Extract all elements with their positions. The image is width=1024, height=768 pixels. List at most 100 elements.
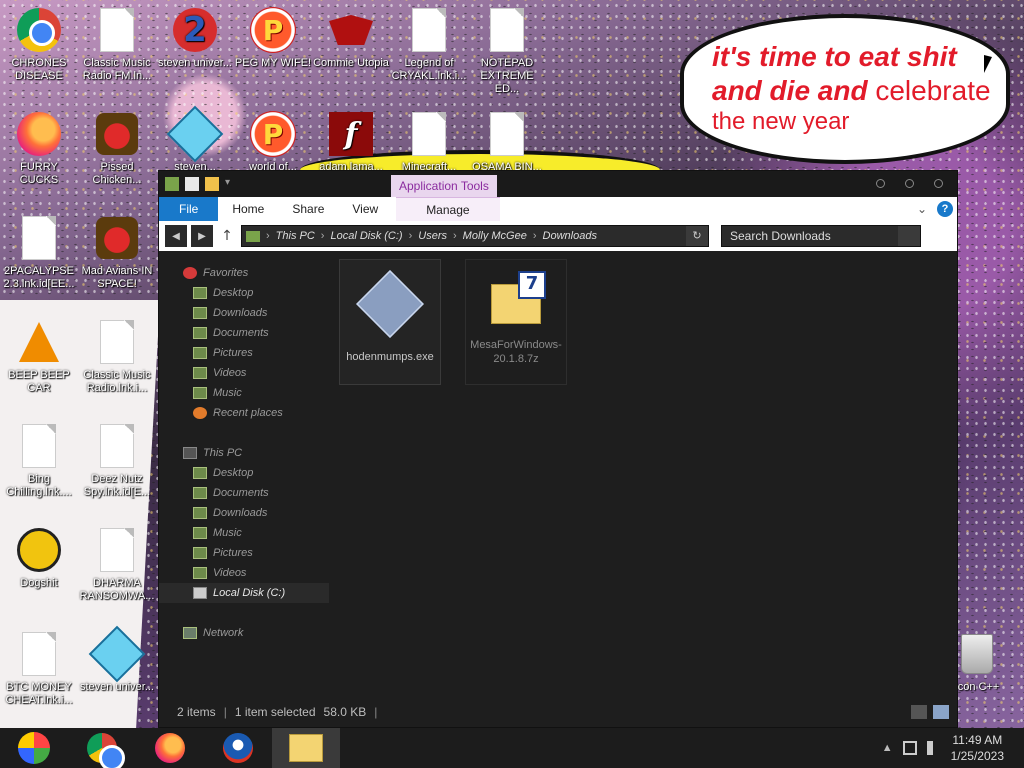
- recycle-bin-icon: [961, 634, 993, 674]
- nav-label: Network: [203, 627, 244, 639]
- tab-share[interactable]: Share: [278, 197, 338, 221]
- nav-network[interactable]: Network: [159, 623, 329, 643]
- downloads-icon: [193, 307, 207, 319]
- document-icon: [100, 8, 134, 52]
- nav-fav-recent[interactable]: Recent places: [159, 403, 329, 423]
- tab-home[interactable]: Home: [218, 197, 278, 221]
- desktop-icon-bing[interactable]: Bing Chilling.lnk....: [0, 422, 78, 499]
- nav-fav-pictures[interactable]: Pictures: [159, 343, 329, 363]
- volume-icon[interactable]: [926, 741, 941, 755]
- start-icon: [18, 732, 50, 764]
- desktop-icon-legend[interactable]: Legend of CRYAKL.lnk.i...: [390, 6, 468, 83]
- desktop-icon-steven-1[interactable]: 2 steven univer...: [156, 6, 234, 70]
- desktop-icon-classic-music[interactable]: Classic Music Radio FM.ln...: [78, 6, 156, 83]
- minimize-button[interactable]: [876, 179, 885, 188]
- navigation-pane: Favorites Desktop Downloads Documents Pi…: [159, 253, 329, 697]
- address-bar[interactable]: › This PC › Local Disk (C:) › Users › Mo…: [241, 225, 709, 247]
- speech-line-2-bold: and die and: [712, 75, 868, 106]
- desktop-icon-adam[interactable]: f adam.lama...: [312, 110, 390, 174]
- folder-icon: [289, 734, 323, 762]
- title-bar[interactable]: ▾ Application Tools: [159, 171, 957, 197]
- document-icon: [490, 8, 524, 52]
- clock[interactable]: 11:49 AM 1/25/2023: [951, 732, 1004, 764]
- network-icon[interactable]: [902, 741, 917, 755]
- breadcrumb-users[interactable]: Users: [418, 230, 447, 242]
- chrome-icon: [17, 8, 61, 52]
- show-hidden-icons-icon[interactable]: ▲: [882, 742, 893, 754]
- maximize-button[interactable]: [905, 179, 914, 188]
- breadcrumb-local-disk[interactable]: Local Disk (C:): [330, 230, 402, 242]
- taskbar-file-explorer[interactable]: [272, 728, 340, 768]
- large-icons-view-icon[interactable]: [933, 705, 949, 719]
- nav-fav-desktop[interactable]: Desktop: [159, 283, 329, 303]
- desktop-icon-pissed-chicken[interactable]: Pissed Chicken...: [78, 110, 156, 187]
- desktop-icon-beep-beep[interactable]: BEEP BEEP CAR: [0, 318, 78, 395]
- nav-pc-downloads[interactable]: Downloads: [159, 503, 329, 523]
- desktop-icon-commie[interactable]: Commie Utopia: [312, 6, 390, 70]
- desktop-icon: [193, 467, 207, 479]
- desktop-icon-steven-3[interactable]: steven univer...: [78, 625, 156, 694]
- expand-ribbon-icon[interactable]: ⌄: [917, 202, 927, 216]
- nav-fav-videos[interactable]: Videos: [159, 363, 329, 383]
- file-item-mesa[interactable]: MesaForWindows-20.1.8.7z: [465, 259, 567, 385]
- nav-fav-documents[interactable]: Documents: [159, 323, 329, 343]
- breadcrumb-this-pc[interactable]: This PC: [276, 230, 315, 242]
- desktop-icon-label: Classic Music Radio.lnk.i...: [83, 369, 151, 394]
- chevron-down-icon[interactable]: ▾: [225, 177, 233, 191]
- nav-fav-downloads[interactable]: Downloads: [159, 303, 329, 323]
- disk-icon: [193, 587, 207, 599]
- desktop-icon-chrones[interactable]: CHRONES DISEASE: [0, 6, 78, 83]
- start-button[interactable]: [0, 728, 68, 768]
- nav-pc-videos[interactable]: Videos: [159, 563, 329, 583]
- taskbar-chrome[interactable]: [68, 728, 136, 768]
- recent-places-icon: [193, 407, 207, 419]
- desktop-icon-peg[interactable]: P PEG MY WIFE!: [234, 6, 312, 70]
- properties-icon[interactable]: [185, 177, 199, 191]
- desktop-icon-classic-music-2[interactable]: Classic Music Radio.lnk.i...: [78, 318, 156, 395]
- search-icon[interactable]: [898, 226, 920, 246]
- nav-pc-local-disk[interactable]: Local Disk (C:): [159, 583, 329, 603]
- desktop-icon-world[interactable]: Pworld of...: [234, 110, 312, 174]
- back-button[interactable]: ◀: [165, 225, 187, 247]
- nav-pc-desktop[interactable]: Desktop: [159, 463, 329, 483]
- desktop-icon-2pacalypse[interactable]: 2PACALYPSE 2.3.lnk.id[EE...: [0, 214, 78, 291]
- taskbar-obama[interactable]: [204, 728, 272, 768]
- desktop-icon-osama[interactable]: OSAMA BIN...: [468, 110, 546, 174]
- up-arrow-icon[interactable]: ↑: [217, 228, 237, 244]
- desktop-icon-furry[interactable]: FURRY CUCKS: [0, 110, 78, 187]
- tab-manage[interactable]: Manage: [396, 197, 500, 221]
- desktop-icon-btc[interactable]: BTC MONEY CHEAT.lnk.i...: [0, 630, 78, 707]
- navigation-bar: ◀ ▶ ↑ › This PC › Local Disk (C:) › User…: [159, 221, 957, 251]
- desktop-icon-dogshit[interactable]: Dogshit: [0, 526, 78, 590]
- nav-fav-music[interactable]: Music: [159, 383, 329, 403]
- nav-pc-music[interactable]: Music: [159, 523, 329, 543]
- help-icon[interactable]: ?: [937, 201, 953, 217]
- file-item-hodenmumps[interactable]: hodenmumps.exe: [339, 259, 441, 385]
- document-icon: [22, 424, 56, 468]
- desktop-icon-notepad[interactable]: NOTEPAD EXTREME ED...: [468, 6, 546, 96]
- nav-this-pc[interactable]: This PC: [159, 443, 329, 463]
- nav-pc-pictures[interactable]: Pictures: [159, 543, 329, 563]
- firefox-icon: [155, 733, 185, 763]
- close-button[interactable]: [934, 179, 943, 188]
- desktop-icon-label: Deez Nutz Spy.lnk.id[E...: [83, 473, 151, 498]
- taskbar-firefox[interactable]: [136, 728, 204, 768]
- nav-pc-documents[interactable]: Documents: [159, 483, 329, 503]
- document-icon: [412, 112, 446, 156]
- forward-button[interactable]: ▶: [191, 225, 213, 247]
- nav-favorites[interactable]: Favorites: [159, 263, 329, 283]
- desktop-icon-deez-nutz[interactable]: Deez Nutz Spy.lnk.id[E...: [78, 422, 156, 499]
- desktop-icon-label: Classic Music Radio FM.ln...: [82, 57, 152, 82]
- search-input[interactable]: Search Downloads: [721, 225, 921, 247]
- desktop-icon-mad-avians[interactable]: Mad Avians IN SPACE!: [78, 214, 156, 291]
- desktop-icon-steven-2[interactable]: steven...: [156, 105, 234, 174]
- tab-file[interactable]: File: [159, 197, 219, 221]
- breadcrumb-molly[interactable]: Molly McGee: [463, 230, 527, 242]
- desktop-icon-dharma[interactable]: DHARMA RANSOMWA...: [78, 526, 156, 603]
- breadcrumb-downloads[interactable]: Downloads: [543, 230, 597, 242]
- tab-view[interactable]: View: [338, 197, 392, 221]
- refresh-icon[interactable]: ↻: [686, 226, 708, 246]
- desktop-icon-minecraft[interactable]: Minecraft...: [390, 110, 468, 174]
- new-folder-icon[interactable]: [205, 177, 219, 191]
- details-view-icon[interactable]: [911, 705, 927, 719]
